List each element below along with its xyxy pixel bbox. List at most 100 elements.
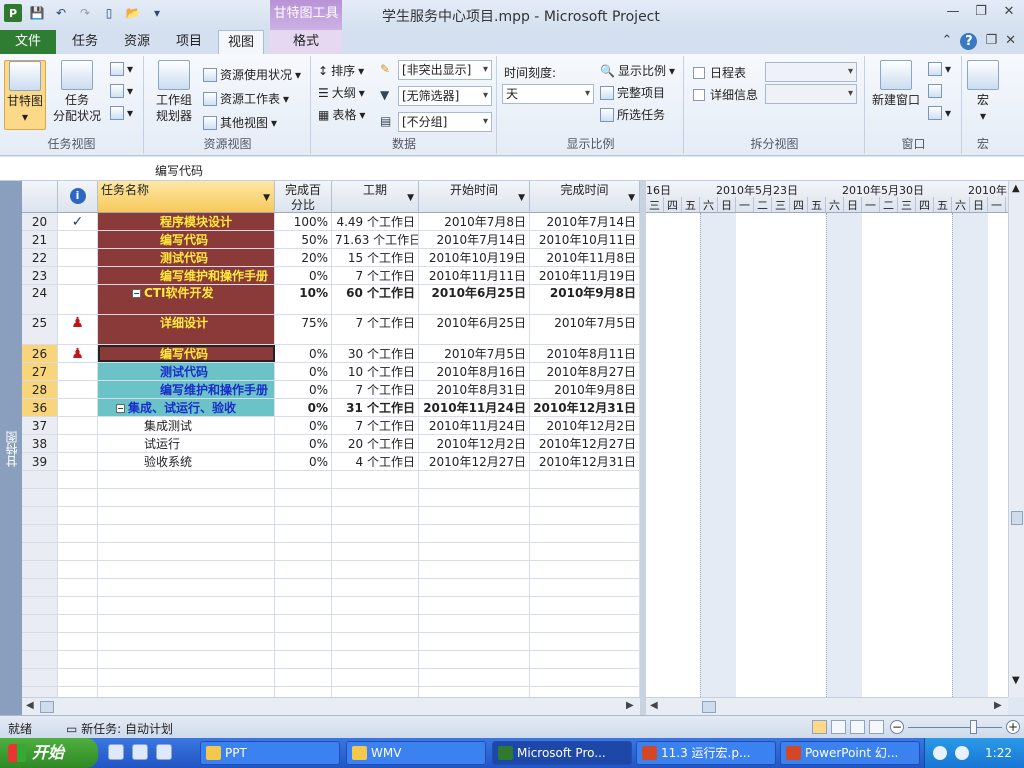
quicklaunch-browser-icon[interactable] bbox=[156, 744, 172, 760]
row-id[interactable]: 28 bbox=[22, 381, 58, 398]
start-cell[interactable]: 2010年12月27日 bbox=[419, 453, 530, 470]
tab-resource[interactable]: 资源 bbox=[114, 30, 160, 54]
duration-header[interactable]: 工期 ▼ bbox=[332, 181, 419, 213]
other-task-views-button[interactable]: ▾ bbox=[110, 106, 133, 120]
row-id[interactable]: 36 bbox=[22, 399, 58, 416]
zoom-in-icon[interactable]: + bbox=[1006, 720, 1020, 734]
duration-cell[interactable]: 10 个工作日 bbox=[332, 363, 419, 380]
empty-row[interactable] bbox=[22, 669, 640, 687]
gantt-chart-button[interactable]: 甘特图 ▾ bbox=[4, 60, 46, 130]
empty-row[interactable] bbox=[22, 525, 640, 543]
table-row[interactable]: 24 − CTI软件开发 10% 60 个工作日 2010年6月25日 2010年9月8日 bbox=[22, 285, 640, 315]
collapse-icon[interactable]: − bbox=[132, 289, 141, 298]
finish-cell[interactable]: 2010年12月31日 bbox=[530, 399, 640, 416]
quicklaunch-ie-icon[interactable] bbox=[108, 744, 124, 760]
row-id[interactable]: 21 bbox=[22, 231, 58, 248]
zoom-out-icon[interactable]: − bbox=[890, 720, 904, 734]
row-id[interactable]: 26 bbox=[22, 345, 58, 362]
task-name-cell[interactable]: − 集成、试运行、验收 bbox=[98, 399, 275, 416]
task-name-cell[interactable]: 编写代码 bbox=[98, 345, 275, 362]
highlight-dropdown[interactable]: [非突出显示] bbox=[398, 60, 492, 80]
scroll-up-icon[interactable]: ▲ bbox=[1012, 183, 1020, 194]
percent-complete-cell[interactable]: 0% bbox=[275, 363, 332, 380]
row-id[interactable]: 22 bbox=[22, 249, 58, 266]
tab-view[interactable]: 视图 bbox=[218, 30, 264, 54]
task-name-cell[interactable]: 试运行 bbox=[98, 435, 275, 452]
keyboard-icon[interactable] bbox=[933, 746, 947, 760]
start-cell[interactable]: 2010年12月2日 bbox=[419, 435, 530, 452]
table-row[interactable]: 39 验收系统 0% 4 个工作日 2010年12月27日 2010年12月31日 bbox=[22, 453, 640, 471]
team-planner-button[interactable]: 工作组 规划器 bbox=[149, 60, 199, 124]
duration-cell[interactable]: 4.49 个工作日 bbox=[332, 213, 419, 230]
table-row[interactable]: 38 试运行 0% 20 个工作日 2010年12月2日 2010年12月27日 bbox=[22, 435, 640, 453]
finish-cell[interactable]: 2010年12月2日 bbox=[530, 417, 640, 434]
entry-field[interactable]: 编写代码 bbox=[155, 162, 203, 179]
select-all-corner[interactable] bbox=[22, 181, 58, 213]
percent-complete-cell[interactable]: 0% bbox=[275, 381, 332, 398]
finish-cell[interactable]: 2010年11月8日 bbox=[530, 249, 640, 266]
start-cell[interactable]: 2010年10月19日 bbox=[419, 249, 530, 266]
finish-cell[interactable]: 2010年11月19日 bbox=[530, 267, 640, 284]
zoom-button[interactable]: 🔍 显示比例 ▾ bbox=[600, 62, 675, 79]
task-name-cell[interactable]: 编写维护和操作手册 bbox=[98, 381, 275, 398]
empty-row[interactable] bbox=[22, 651, 640, 669]
start-cell[interactable]: 2010年8月16日 bbox=[419, 363, 530, 380]
task-name-cell[interactable]: 程序模块设计 bbox=[98, 213, 275, 230]
table-row[interactable]: 28 编写维护和操作手册 0% 7 个工作日 2010年8月31日 2010年9月8日 bbox=[22, 381, 640, 399]
task-name-cell[interactable]: 测试代码 bbox=[98, 249, 275, 266]
percent-complete-cell[interactable]: 0% bbox=[275, 435, 332, 452]
duration-cell[interactable]: 30 个工作日 bbox=[332, 345, 419, 362]
percent-complete-cell[interactable]: 0% bbox=[275, 267, 332, 284]
collapse-icon[interactable]: − bbox=[116, 404, 125, 413]
duration-cell[interactable]: 15 个工作日 bbox=[332, 249, 419, 266]
gantt-scroll-thumb[interactable] bbox=[702, 701, 716, 713]
tables-button[interactable]: ▦ 表格 ▾ bbox=[318, 106, 365, 123]
start-cell[interactable]: 2010年11月24日 bbox=[419, 417, 530, 434]
finish-cell[interactable]: 2010年12月27日 bbox=[530, 435, 640, 452]
start-cell[interactable]: 2010年6月25日 bbox=[419, 315, 530, 344]
duration-cell[interactable]: 60 个工作日 bbox=[332, 285, 419, 314]
task-usage-shortcut-icon[interactable] bbox=[831, 720, 846, 734]
taskbar-item-powerpoint-show[interactable]: PowerPoint 幻... bbox=[780, 741, 920, 765]
arrange-all-button[interactable] bbox=[928, 84, 942, 98]
filter-dropdown[interactable]: [无筛选器] bbox=[398, 86, 492, 106]
scroll-right-icon[interactable]: ▶ bbox=[994, 700, 1002, 711]
percent-complete-cell[interactable]: 0% bbox=[275, 345, 332, 362]
outline-button[interactable]: ☰ 大纲 ▾ bbox=[318, 84, 365, 101]
zoom-knob[interactable] bbox=[970, 720, 977, 734]
percent-complete-header[interactable]: 完成百 分比 bbox=[275, 181, 332, 213]
table-horizontal-scrollbar[interactable]: ◀ ▶ bbox=[22, 697, 640, 715]
finish-header[interactable]: 完成时间 ▼ bbox=[530, 181, 640, 213]
selected-tasks-button[interactable]: 所选任务 bbox=[600, 106, 665, 123]
percent-complete-cell[interactable]: 0% bbox=[275, 399, 332, 416]
finish-cell[interactable]: 2010年8月11日 bbox=[530, 345, 640, 362]
percent-complete-cell[interactable]: 0% bbox=[275, 453, 332, 470]
duration-cell[interactable]: 71.63 个工作日 bbox=[332, 231, 419, 248]
start-cell[interactable]: 2010年7月5日 bbox=[419, 345, 530, 362]
task-usage-button[interactable]: 任务 分配状况 bbox=[48, 60, 106, 124]
empty-row[interactable] bbox=[22, 597, 640, 615]
scroll-down-icon[interactable]: ▼ bbox=[1012, 675, 1020, 686]
quicklaunch-desktop-icon[interactable] bbox=[132, 744, 148, 760]
percent-complete-cell[interactable]: 100% bbox=[275, 213, 332, 230]
filter-arrow-icon[interactable]: ▼ bbox=[263, 191, 270, 206]
row-id[interactable]: 27 bbox=[22, 363, 58, 380]
scroll-left-icon[interactable]: ◀ bbox=[650, 700, 658, 711]
table-scroll-thumb[interactable] bbox=[40, 701, 54, 713]
finish-cell[interactable]: 2010年7月14日 bbox=[530, 213, 640, 230]
task-name-cell[interactable]: 验收系统 bbox=[98, 453, 275, 470]
empty-row[interactable] bbox=[22, 561, 640, 579]
finish-cell[interactable]: 2010年8月27日 bbox=[530, 363, 640, 380]
undo-icon[interactable]: ↶ bbox=[52, 4, 70, 22]
timescale-dropdown[interactable]: 天 bbox=[502, 84, 594, 104]
finish-cell[interactable]: 2010年12月31日 bbox=[530, 453, 640, 470]
task-name-header[interactable]: 任务名称 ▼ bbox=[98, 181, 275, 213]
table-row[interactable]: 20 ✓ 程序模块设计 100% 4.49 个工作日 2010年7月8日 2010年7月14… bbox=[22, 213, 640, 231]
empty-row[interactable] bbox=[22, 471, 640, 489]
empty-row[interactable] bbox=[22, 615, 640, 633]
empty-row[interactable] bbox=[22, 579, 640, 597]
other-views-button[interactable]: 其他视图 ▾ bbox=[203, 114, 277, 131]
finish-cell[interactable]: 2010年7月5日 bbox=[530, 315, 640, 344]
start-cell[interactable]: 2010年11月11日 bbox=[419, 267, 530, 284]
tab-task[interactable]: 任务 bbox=[62, 30, 108, 54]
